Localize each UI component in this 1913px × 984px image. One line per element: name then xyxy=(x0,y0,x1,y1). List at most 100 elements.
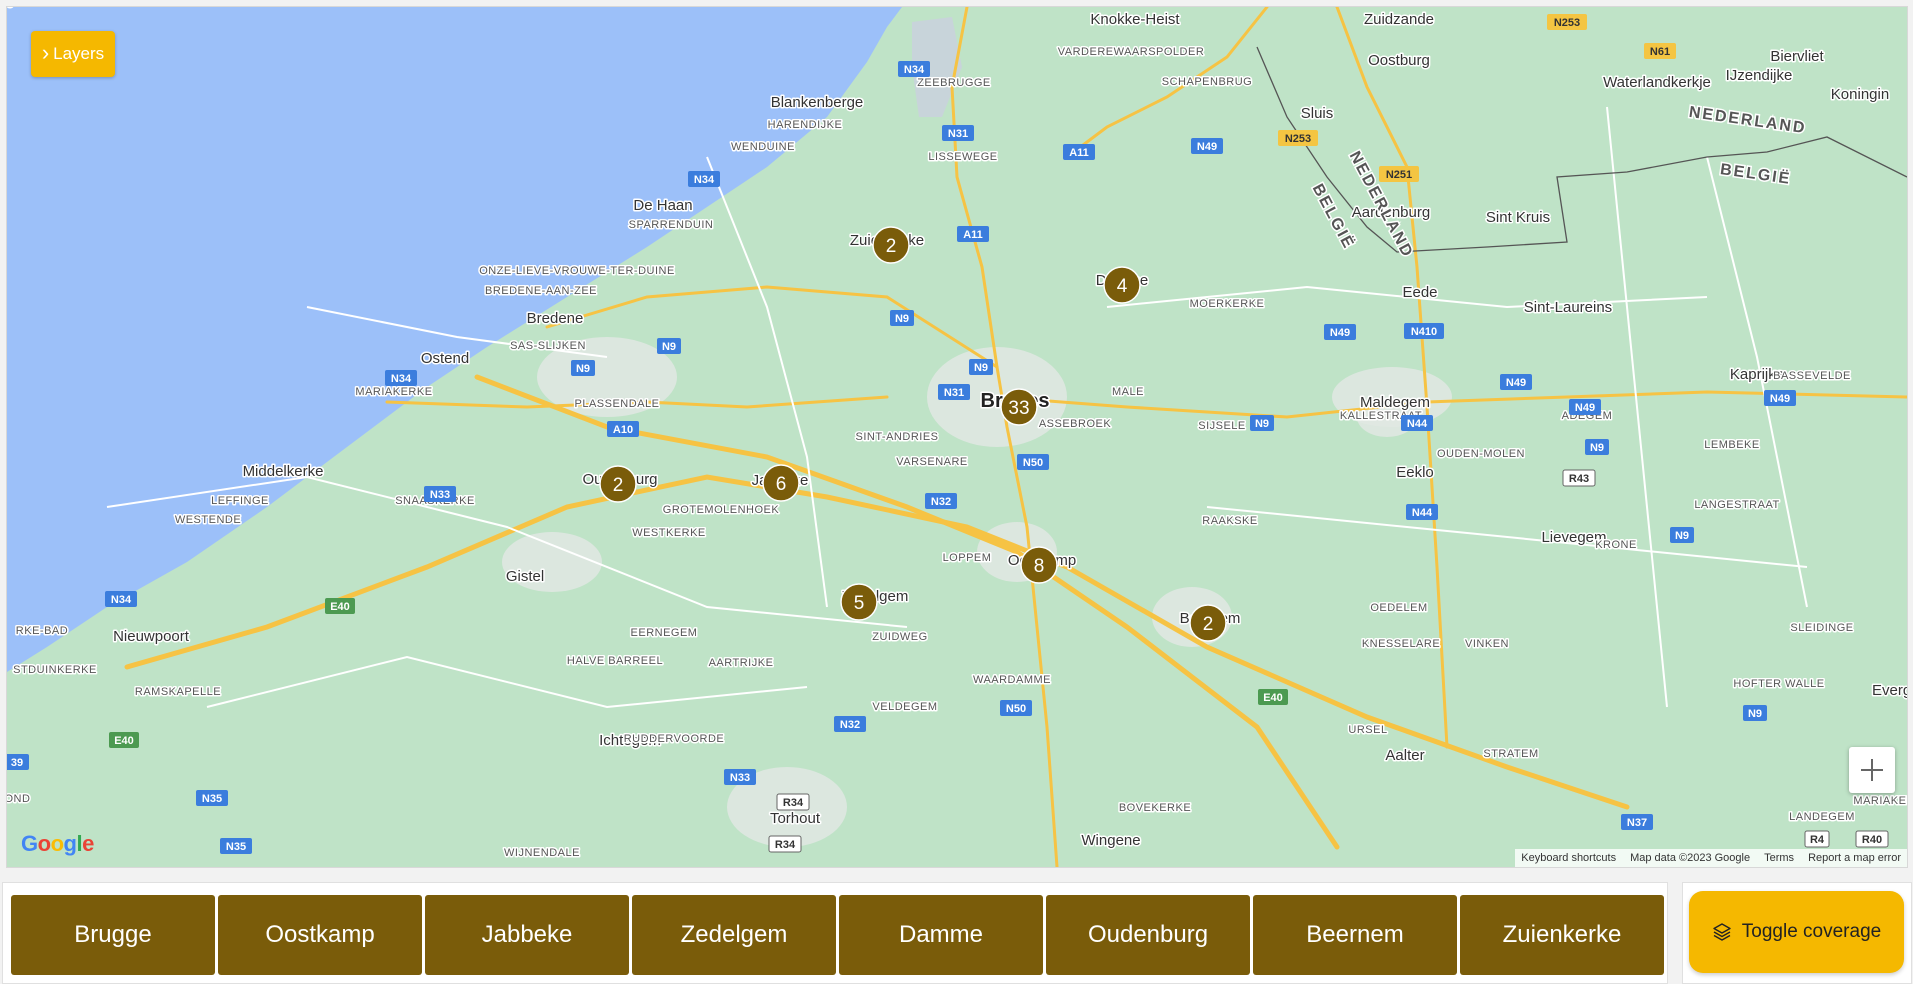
town-label: Maldegem xyxy=(1360,394,1430,411)
town-label: Koningin xyxy=(1831,86,1889,103)
zoom-in-button[interactable] xyxy=(1849,747,1895,793)
town-label: SAS-SLIJKEN xyxy=(510,340,586,352)
town-label: De Haan xyxy=(633,197,692,214)
terms-link[interactable]: Terms xyxy=(1764,852,1794,864)
route-badge: N49 xyxy=(1191,138,1223,154)
svg-text:N49: N49 xyxy=(1770,393,1790,405)
svg-text:N44: N44 xyxy=(1407,418,1428,430)
route-badge: R43 xyxy=(1562,469,1596,487)
svg-text:N9: N9 xyxy=(895,313,909,325)
municipality-button-zedelgem[interactable]: Zedelgem xyxy=(632,895,836,975)
svg-text:5: 5 xyxy=(854,593,865,614)
town-label: Gistel xyxy=(506,568,544,585)
location-cluster-marker[interactable]: 33 xyxy=(1000,388,1038,426)
town-label: KNESSELARE xyxy=(1362,638,1440,650)
route-badge: N251 xyxy=(1379,166,1419,182)
route-badge: N32 xyxy=(834,716,866,732)
map-canvas[interactable]: Knokke-Heist Zuidzande Oostburg Biervliet IJ… xyxy=(7,7,1907,867)
svg-text:N44: N44 xyxy=(1412,507,1433,519)
route-badge: R34 xyxy=(776,793,810,811)
svg-text:R34: R34 xyxy=(775,839,796,851)
svg-text:N9: N9 xyxy=(662,341,676,353)
town-label: Waterlandkerkje xyxy=(1603,74,1711,91)
toggle-coverage-button[interactable]: Toggle coverage xyxy=(1689,891,1904,973)
location-cluster-marker[interactable]: 5 xyxy=(840,583,878,621)
route-badge: N34 xyxy=(105,591,137,607)
report-error-link[interactable]: Report a map error xyxy=(1808,852,1901,864)
svg-text:N34: N34 xyxy=(904,64,925,76)
town-label: HALVE BARREEL xyxy=(567,655,663,667)
route-badge: R40 xyxy=(1855,830,1889,848)
town-label: ASSEBROEK xyxy=(1039,418,1112,430)
town-label: Eeklo xyxy=(1396,464,1434,481)
route-badge: N34 xyxy=(898,61,930,77)
svg-text:N35: N35 xyxy=(202,793,222,805)
highway-badge: E40 xyxy=(109,732,139,748)
town-label: MARIAKERKE xyxy=(355,386,432,398)
town-label: EERNEGEM xyxy=(631,627,698,639)
highway-badge: E40 xyxy=(1258,689,1288,705)
municipality-button-damme[interactable]: Damme xyxy=(839,895,1043,975)
location-cluster-marker[interactable]: 4 xyxy=(1103,266,1141,304)
route-badge: N33 xyxy=(724,769,756,785)
municipality-button-jabbeke[interactable]: Jabbeke xyxy=(425,895,629,975)
plus-icon xyxy=(1861,759,1883,781)
town-label: WIJNENDALE xyxy=(504,847,580,859)
town-label: Sint-Laureins xyxy=(1524,299,1612,316)
town-label: SLEIDINGE xyxy=(1790,622,1853,634)
town-label: VELDEGEM xyxy=(872,701,937,713)
town-label: Evergem xyxy=(1872,682,1907,699)
svg-text:N31: N31 xyxy=(948,128,968,140)
town-label: SPARRENDUIN xyxy=(629,219,714,231)
route-badge: N37 xyxy=(1621,814,1653,830)
municipality-button-brugge[interactable]: Brugge xyxy=(11,895,215,975)
keyboard-shortcuts-link[interactable]: Keyboard shortcuts xyxy=(1521,852,1616,864)
svg-text:N50: N50 xyxy=(1006,703,1026,715)
layers-button[interactable]: › Layers xyxy=(31,31,115,77)
route-badge: N410 xyxy=(1404,323,1444,339)
route-badge: N34 xyxy=(688,171,720,187)
svg-text:N32: N32 xyxy=(931,496,951,508)
svg-text:N9: N9 xyxy=(974,362,988,374)
municipality-button-oudenburg[interactable]: Oudenburg xyxy=(1046,895,1250,975)
location-cluster-marker[interactable]: 2 xyxy=(1189,604,1227,642)
town-label: LANGESTRAAT xyxy=(1694,499,1779,511)
svg-text:E40: E40 xyxy=(1263,692,1283,704)
svg-text:N34: N34 xyxy=(111,594,132,606)
map-attribution: Keyboard shortcuts Map data ©2023 Google… xyxy=(1515,849,1907,867)
town-label: URSEL xyxy=(1348,724,1387,736)
svg-text:A11: A11 xyxy=(963,229,983,241)
town-label: Nieuwpoort xyxy=(113,628,190,645)
town-label: Sluis xyxy=(1301,105,1334,122)
route-badge: N44 xyxy=(1406,504,1438,520)
map-container[interactable]: Knokke-Heist Zuidzande Oostburg Biervliet IJ… xyxy=(6,6,1908,868)
svg-text:N253: N253 xyxy=(1554,17,1580,29)
toggle-coverage-label: Toggle coverage xyxy=(1741,921,1882,942)
town-label: VARDEREWAARSPOLDER xyxy=(1058,46,1205,58)
route-badge: N9 xyxy=(1743,705,1767,721)
town-label: Blankenberge xyxy=(771,94,864,111)
google-logo: Google xyxy=(21,831,94,856)
location-cluster-marker[interactable]: 2 xyxy=(872,226,910,264)
municipality-button-zuienkerke[interactable]: Zuienkerke xyxy=(1460,895,1664,975)
location-cluster-marker[interactable]: 2 xyxy=(599,465,637,503)
municipality-button-oostkamp[interactable]: Oostkamp xyxy=(218,895,422,975)
location-cluster-marker[interactable]: 6 xyxy=(762,464,800,502)
town-label: ne xyxy=(7,7,14,10)
town-label: HOFTER WALLE xyxy=(1733,678,1824,690)
route-badge: A11 xyxy=(1063,144,1095,160)
location-cluster-marker[interactable]: 8 xyxy=(1020,546,1058,584)
route-badge: N49 xyxy=(1569,399,1601,415)
town-label: Wingene xyxy=(1081,832,1140,849)
town-label: VARSENARE xyxy=(896,456,968,468)
svg-text:N9: N9 xyxy=(1255,418,1269,430)
town-label: STDUINKERKE xyxy=(13,664,97,676)
town-label: OUDEN-MOLEN xyxy=(1437,448,1525,460)
layers-icon xyxy=(1713,923,1731,941)
town-label: BOVEKERKE xyxy=(1119,802,1191,814)
town-label: LEMBEKE xyxy=(1704,439,1759,451)
bottom-bar: Brugge Oostkamp Jabbeke Zedelgem Damme O… xyxy=(0,878,1913,984)
municipality-button-beernem[interactable]: Beernem xyxy=(1253,895,1457,975)
town-label: RKE-BAD xyxy=(16,625,68,637)
svg-text:N32: N32 xyxy=(840,719,860,731)
